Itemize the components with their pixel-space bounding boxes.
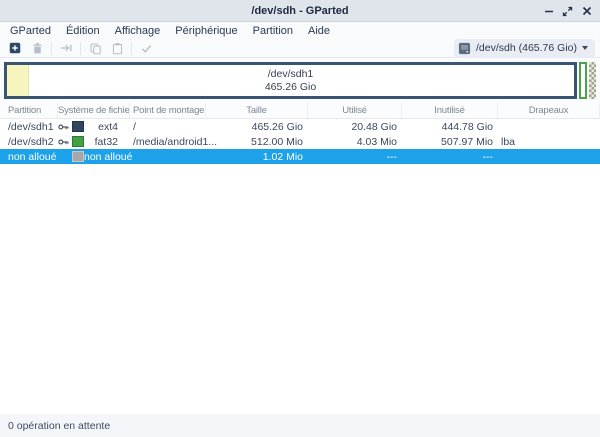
titlebar: /dev/sdh - GParted	[0, 0, 600, 22]
segment-partition-name: /dev/sdh1	[268, 68, 314, 81]
partition-size: 1.02 Mio	[206, 149, 308, 164]
partition-name: /dev/sdh2	[8, 136, 54, 148]
drive-icon	[458, 42, 471, 55]
column-header-used[interactable]: Utilisé	[308, 103, 402, 118]
device-selector-label: /dev/sdh (465.76 Gio)	[476, 42, 577, 54]
menu-partition[interactable]: Partition	[251, 24, 295, 38]
partition-table: Partition Système de fichiers Point de m…	[0, 103, 600, 164]
gparted-window: /dev/sdh - GParted GParted Édition Affic…	[0, 0, 600, 437]
partition-flags: lba	[498, 134, 600, 149]
statusbar: 0 opération en attente	[0, 414, 600, 437]
toolbar-separator	[131, 42, 132, 55]
menu-peripherique[interactable]: Périphérique	[173, 24, 239, 38]
chevron-down-icon	[582, 46, 588, 50]
menu-aide[interactable]: Aide	[306, 24, 332, 38]
apply-button[interactable]	[135, 39, 157, 57]
column-header-size[interactable]: Taille	[206, 103, 308, 118]
menu-affichage[interactable]: Affichage	[113, 24, 163, 38]
filesystem-color-swatch	[72, 121, 84, 132]
segment-partition-size: 465.26 Gio	[265, 81, 316, 94]
new-partition-button[interactable]	[4, 39, 26, 57]
partition-flags	[498, 119, 600, 134]
partition-used: 4.03 Mio	[308, 134, 402, 149]
table-header: Partition Système de fichiers Point de m…	[0, 103, 600, 119]
column-header-partition[interactable]: Partition	[0, 103, 58, 118]
restore-icon[interactable]	[558, 2, 577, 20]
partition-unused: 444.78 Gio	[402, 119, 498, 134]
partition-name: /dev/sdh1	[8, 121, 54, 133]
paste-button[interactable]	[106, 39, 128, 57]
filesystem-name: fat32	[84, 136, 130, 148]
partition-name: non alloué	[8, 151, 56, 163]
disk-segment-unallocated-selected[interactable]	[589, 62, 596, 99]
device-selector[interactable]: /dev/sdh (465.76 Gio)	[454, 39, 595, 58]
disk-segment-sdh1[interactable]: /dev/sdh1 465.26 Gio	[4, 62, 577, 99]
filesystem-color-swatch	[72, 136, 84, 147]
resize-move-button[interactable]	[55, 39, 77, 57]
partition-size: 465.26 Gio	[206, 119, 308, 134]
close-icon[interactable]	[577, 2, 596, 20]
mount-point: /media/android1...	[130, 134, 206, 149]
column-header-unused[interactable]: Inutilisé	[402, 103, 498, 118]
partition-unused: 507.97 Mio	[402, 134, 498, 149]
table-row[interactable]: /dev/sdh2 fat32 /media/android1... 512.0…	[0, 134, 600, 149]
toolbar-separator	[80, 42, 81, 55]
delete-partition-button[interactable]	[26, 39, 48, 57]
column-header-filesystem[interactable]: Système de fichiers	[58, 103, 130, 118]
window-controls	[539, 0, 596, 22]
copy-button[interactable]	[84, 39, 106, 57]
filesystem-color-swatch	[72, 151, 84, 162]
menu-edition[interactable]: Édition	[64, 24, 102, 38]
mount-point	[130, 149, 206, 164]
menubar: GParted Édition Affichage Périphérique P…	[0, 22, 600, 39]
partition-flags	[498, 149, 600, 164]
pending-operations-text: 0 opération en attente	[8, 420, 110, 432]
disk-visual-area: /dev/sdh1 465.26 Gio	[0, 58, 600, 103]
minimize-icon[interactable]	[539, 2, 558, 20]
partition-used: 20.48 Gio	[308, 119, 402, 134]
column-header-mountpoint[interactable]: Point de montage	[130, 103, 206, 118]
column-header-flags[interactable]: Drapeaux	[498, 103, 600, 118]
used-space-indicator	[7, 65, 29, 96]
partition-unused: ---	[402, 149, 498, 164]
partition-used: ---	[308, 149, 402, 164]
toolbar: /dev/sdh (465.76 Gio)	[0, 39, 600, 58]
window-title: /dev/sdh - GParted	[251, 5, 348, 17]
toolbar-separator	[51, 42, 52, 55]
menu-gparted[interactable]: GParted	[8, 24, 53, 38]
empty-area	[0, 164, 600, 414]
disk-segment-sdh2[interactable]	[579, 62, 587, 99]
mount-point: /	[130, 119, 206, 134]
table-row[interactable]: /dev/sdh1 ext4 / 465.26 Gio 20.48 Gio 44…	[0, 119, 600, 134]
table-row-selected[interactable]: non alloué non alloué 1.02 Mio --- ---	[0, 149, 600, 164]
partition-size: 512.00 Mio	[206, 134, 308, 149]
filesystem-name: ext4	[84, 121, 130, 133]
